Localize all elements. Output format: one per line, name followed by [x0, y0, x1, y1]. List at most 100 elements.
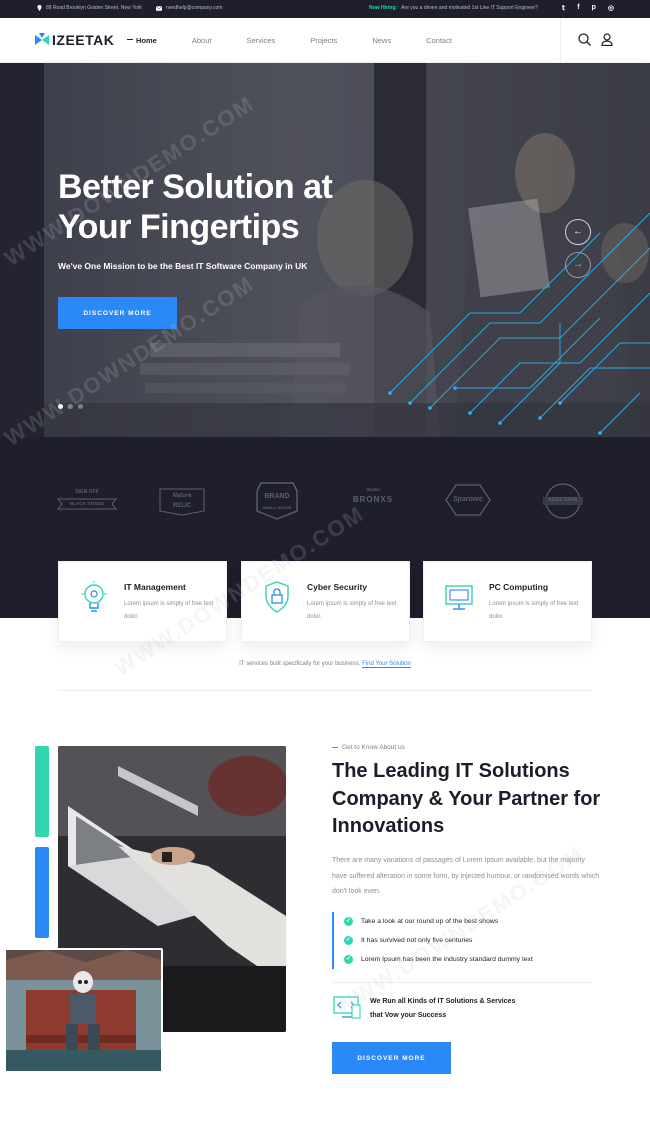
about-image-robot [4, 948, 163, 1073]
check-icon: ✓ [344, 936, 353, 945]
find-solution-link[interactable]: Find Your Solution [362, 661, 411, 668]
main-nav: Home About Services Projects News Contac… [127, 36, 487, 45]
about-paragraph: There are many variations of passages of… [332, 857, 600, 895]
logo-text: IZEETAK [52, 32, 115, 48]
hiring-text[interactable]: Are you a driven and motivated 1st Line … [401, 5, 538, 11]
service-card-it-management[interactable]: IT Management Lorem ipsum is simply of f… [58, 561, 227, 642]
brand-5-name: Sparonic [453, 496, 483, 503]
main-header: IZEETAK Home About Services Projects New… [0, 18, 650, 63]
brand-4-name: BRONXS [352, 495, 394, 504]
check-text: Take a look at our round up of the best … [361, 918, 499, 925]
check-text: It has survived not only five centuries [361, 937, 473, 944]
hero-title-line-1: Better Solution at [58, 168, 333, 206]
check-icon: ✓ [344, 955, 353, 964]
slider-prev-button[interactable]: ← [565, 219, 591, 245]
hero-discover-button[interactable]: DISCOVER MORE [58, 297, 177, 329]
brand-crest-icon [256, 482, 298, 520]
service-title: IT Management [124, 582, 186, 592]
about-title: The Leading IT Solutions Company & Your … [332, 760, 601, 837]
check-text: Lorem Ipsum has been the industry standa… [361, 956, 533, 963]
brand-shield-icon [159, 488, 205, 516]
hiring-label: Now Hiring: [369, 5, 398, 11]
service-card-cyber-security[interactable]: Cyber Security Lorem ipsum is simply of … [241, 561, 410, 642]
brand-logo-5[interactable]: Sparonic [444, 483, 492, 517]
list-item: ✓ Take a look at our round up of the best… [344, 912, 533, 931]
brand-logo-4[interactable]: Studio BRONXS [344, 485, 402, 515]
location-pin-icon [37, 5, 42, 11]
robot-photo [6, 950, 161, 1071]
hero-background-image [0, 63, 650, 437]
service-text: Lorem ipsum is simply of free text dolor… [307, 601, 397, 620]
nav-projects[interactable]: Projects [310, 36, 337, 45]
solutions-callout: We Run all Kinds of IT Solutions & Servi… [332, 995, 515, 1023]
nav-contact[interactable]: Contact [426, 36, 452, 45]
monitor-icon [445, 585, 473, 610]
nav-home[interactable]: Home [127, 36, 157, 45]
about-eyebrow-text: Get to Know About us [342, 744, 405, 751]
service-title: Cyber Security [307, 582, 367, 592]
user-icon[interactable] [601, 33, 613, 46]
nav-services[interactable]: Services [246, 36, 275, 45]
search-icon[interactable] [578, 33, 591, 46]
brand-4-sub: Studio [366, 487, 380, 492]
hero-title: Better Solution at Your Fingertips [58, 167, 333, 247]
bulb-gear-icon [81, 581, 107, 612]
envelope-icon [156, 5, 162, 11]
decor-bar-blue [35, 847, 49, 938]
slider-dot-1[interactable] [58, 404, 63, 409]
logo[interactable]: IZEETAK [35, 32, 114, 48]
shield-lock-icon [265, 581, 289, 613]
arrow-right-icon: → [573, 259, 583, 270]
email-text[interactable]: needhelp@company.com [166, 5, 222, 11]
slider-dot-3[interactable] [78, 404, 83, 409]
brand-1-name: SIGN OFF [75, 489, 99, 495]
service-text: Lorem ipsum is simply of free text dolor… [124, 601, 214, 620]
brand-logo-1[interactable]: SIGN OFF BLACK STUDIO [56, 487, 118, 513]
brand-6-name: EDGE SAFE [548, 497, 578, 503]
brand-logo-3[interactable]: BRAND SMALL HOUSE [255, 481, 299, 521]
brand-3-name: BRAND [264, 493, 290, 500]
solutions-line-1: We Run all Kinds of IT Solutions & Servi… [370, 998, 516, 1005]
address-text: 88 Road Brooklyn Golden Street. New York [46, 5, 142, 11]
solutions-line-2: that Vow your Success [370, 1012, 447, 1019]
hero-subtitle: We've One Mission to be the Best IT Soft… [58, 261, 308, 271]
instagram-icon[interactable]: ◎ [608, 4, 614, 12]
check-icon: ✓ [344, 917, 353, 926]
slider-dots [58, 404, 83, 409]
about-eyebrow: Get to Know About us [332, 744, 405, 751]
hiring-notice[interactable]: Now Hiring: Are you a driven and motivat… [369, 5, 538, 11]
service-title: PC Computing [489, 582, 549, 592]
brand-3-sub: SMALL HOUSE [262, 505, 292, 510]
header-divider [560, 18, 561, 63]
list-item: ✓ It has survived not only five centuries [344, 931, 533, 950]
address-item: 88 Road Brooklyn Golden Street. New York [37, 5, 142, 11]
hero-slider: Better Solution at Your Fingertips We've… [0, 63, 650, 437]
slider-dot-2[interactable] [68, 404, 73, 409]
brand-logo-6[interactable]: EDGE SAFE [540, 481, 586, 521]
brand-2-sub: RELIC [173, 503, 191, 509]
brand-logo-2[interactable]: Nature RELIC [156, 483, 208, 517]
arrow-left-icon: ← [573, 226, 583, 237]
brand-1-sub: BLACK STUDIO [70, 501, 104, 506]
email-item[interactable]: needhelp@company.com [156, 5, 222, 11]
nav-news[interactable]: News [372, 36, 391, 45]
slider-next-button[interactable]: → [565, 252, 591, 278]
nav-about[interactable]: About [192, 36, 212, 45]
about-checklist: ✓ Take a look at our round up of the best… [332, 912, 533, 969]
services-tagline: IT services built specifically for your … [0, 661, 650, 668]
service-card-pc-computing[interactable]: PC Computing Lorem ipsum is simply of fr… [423, 561, 592, 642]
about-divider [332, 982, 592, 983]
twitter-icon[interactable]: 𝕥 [562, 4, 565, 12]
decor-bar-green [35, 746, 49, 837]
tagline-text: IT services built specifically for your … [239, 661, 361, 667]
about-discover-button[interactable]: DISCOVER MORE [332, 1042, 451, 1074]
logo-mark-icon [35, 33, 49, 45]
service-text: Lorem ipsum is simply of free text dolor… [489, 601, 579, 620]
hero-title-line-2: Your Fingertips [58, 208, 300, 246]
code-monitor-icon [333, 996, 361, 1019]
top-bar: 88 Road Brooklyn Golden Street. New York… [0, 0, 650, 18]
facebook-icon[interactable]: f [577, 4, 579, 12]
pinterest-icon[interactable]: p [592, 4, 596, 12]
section-divider [58, 690, 592, 691]
brand-2-name: Nature [172, 493, 192, 499]
